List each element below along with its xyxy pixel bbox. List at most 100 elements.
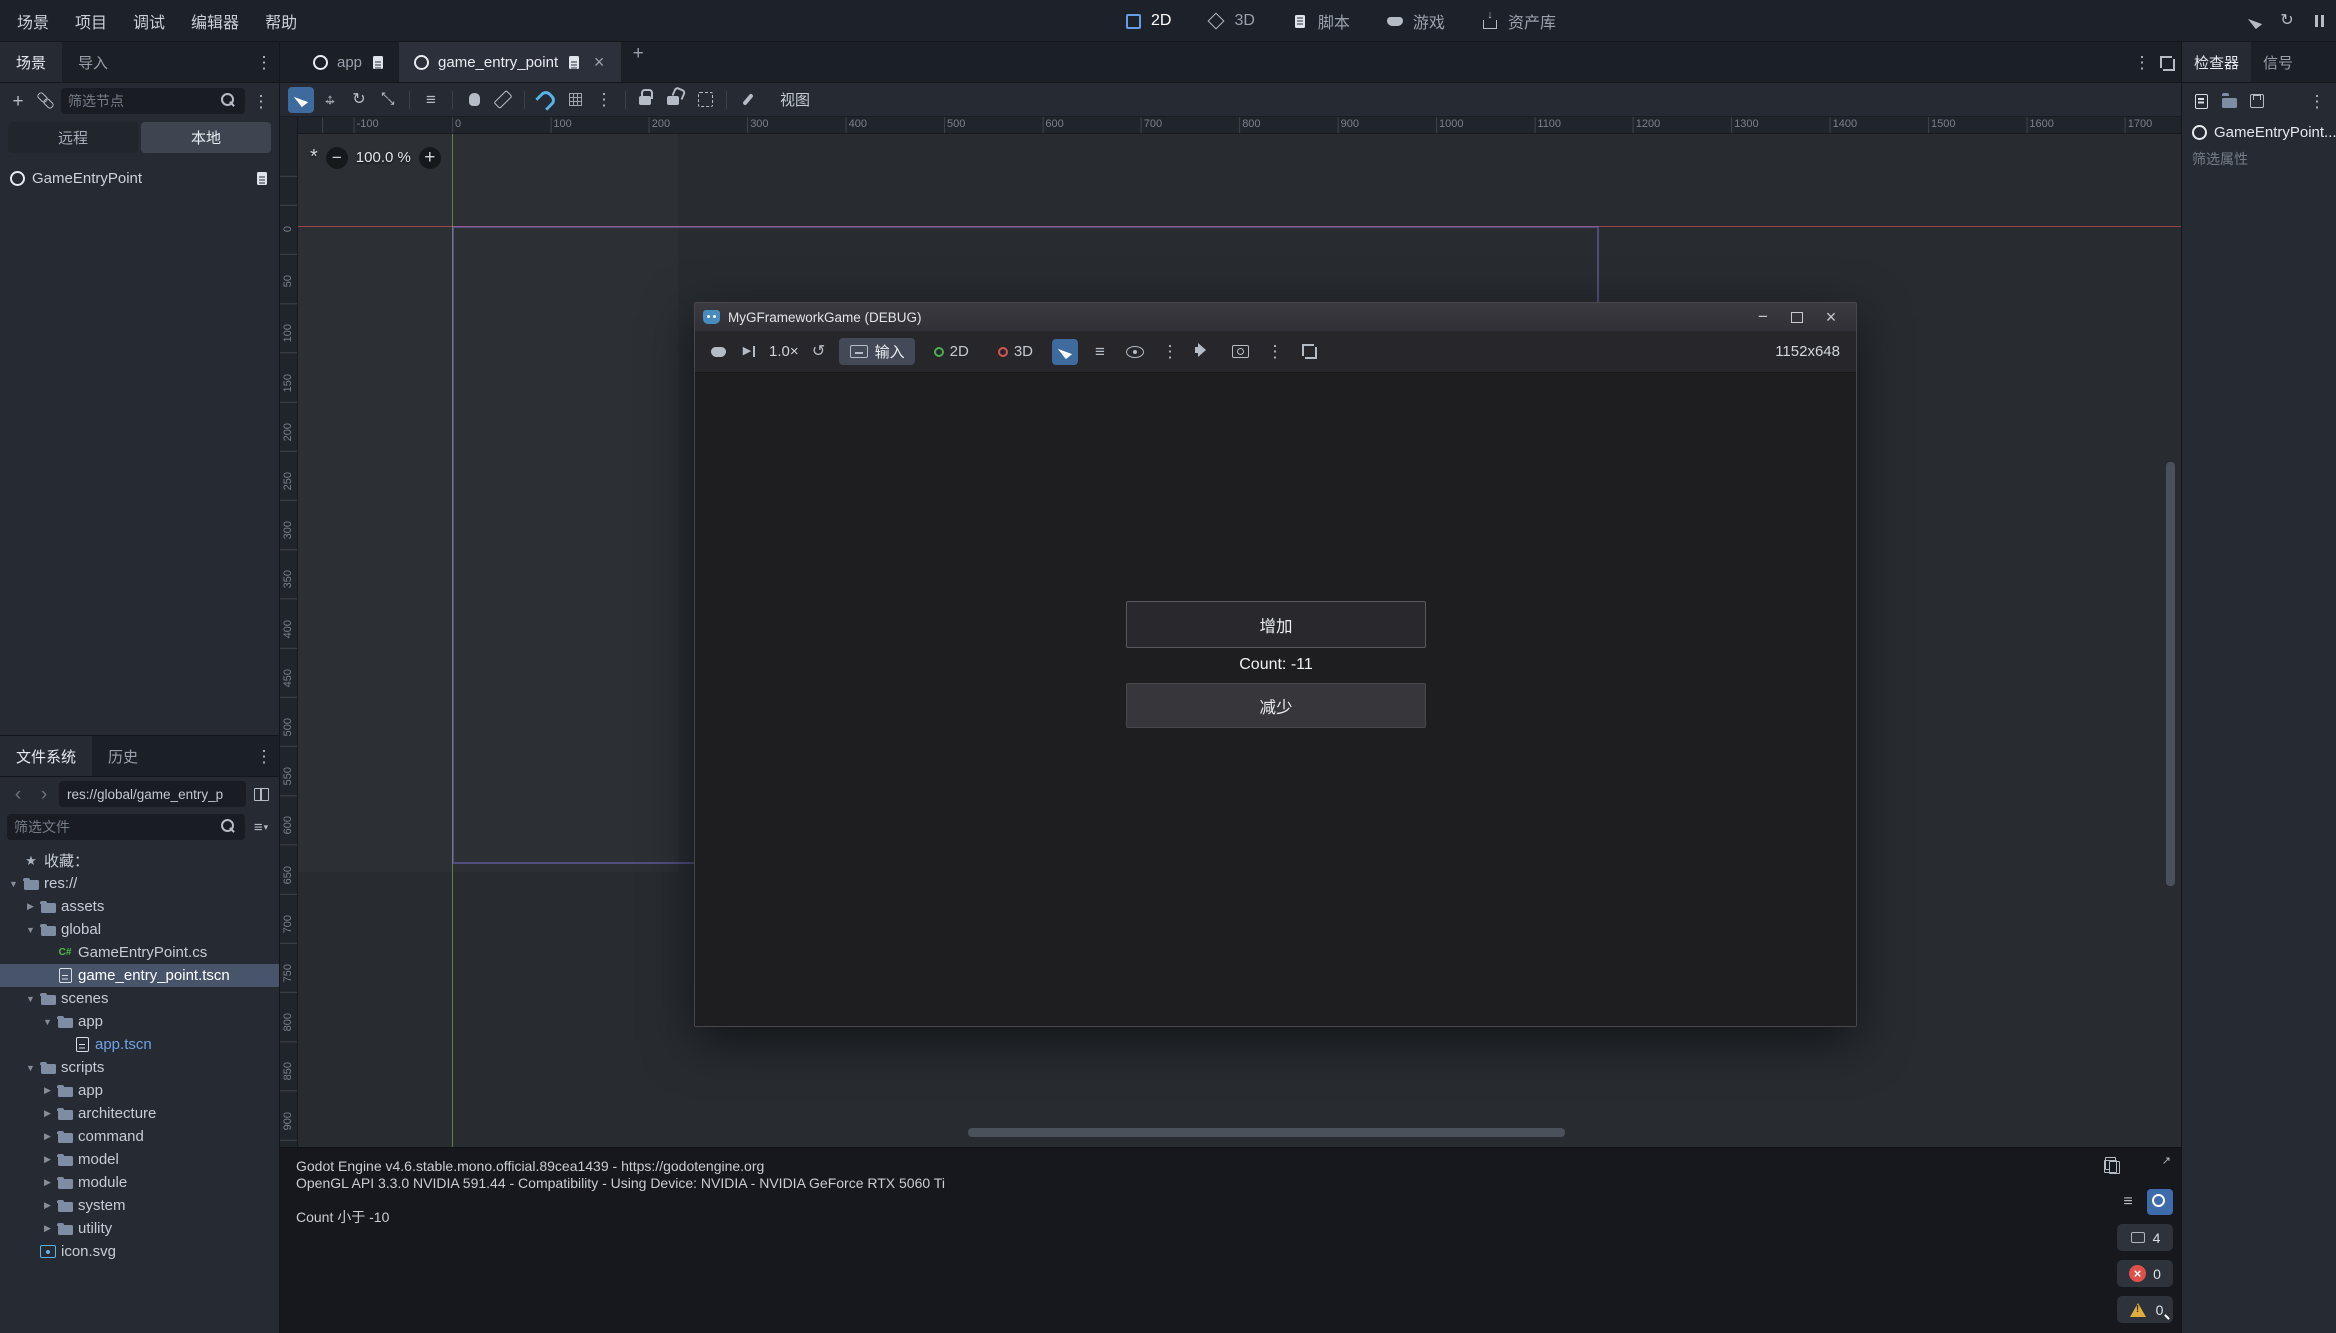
expand-icon[interactable]	[40, 1200, 55, 1211]
scene-script-icon[interactable]	[566, 54, 582, 70]
expand-icon[interactable]	[23, 901, 38, 912]
errors-badge[interactable]: 0	[2117, 1260, 2173, 1287]
history-forward-icon[interactable]	[33, 783, 55, 805]
focus-view-icon[interactable]: *	[310, 146, 318, 169]
scene-tree-root-node[interactable]: GameEntryPoint	[0, 165, 279, 191]
vertical-scrollbar[interactable]	[2166, 462, 2175, 886]
remote-button[interactable]: 远程	[8, 122, 138, 153]
pause-game-icon[interactable]	[2308, 10, 2330, 32]
scene-script-icon[interactable]	[370, 54, 386, 70]
rotate-tool[interactable]	[346, 87, 372, 113]
camera-options-menu[interactable]	[1262, 339, 1288, 365]
add-node-icon[interactable]	[7, 90, 29, 112]
file-tree-item[interactable]: assets	[0, 895, 279, 918]
game-window-titlebar[interactable]: MyGFrameworkGame (DEBUG)	[695, 303, 1856, 331]
tab-import[interactable]: 导入	[62, 42, 124, 82]
increase-button[interactable]: 增加	[1126, 601, 1426, 648]
zoom-in-button[interactable]	[419, 147, 441, 169]
tab-inspector[interactable]: 检查器	[2182, 42, 2251, 82]
minimize-button[interactable]	[1746, 304, 1780, 330]
maximize-button[interactable]	[1780, 304, 1814, 330]
input-toggle[interactable]: 输入	[839, 338, 915, 365]
file-tree-item[interactable]: scenes	[0, 987, 279, 1010]
open-external-icon[interactable]	[2147, 1154, 2173, 1180]
menu-help[interactable]: 帮助	[252, 0, 310, 41]
filter-files-input[interactable]	[14, 819, 220, 835]
tab-signals[interactable]: 信号	[2251, 42, 2305, 82]
group-object-button[interactable]	[692, 87, 718, 113]
file-tree-item[interactable]: app.tscn	[0, 1033, 279, 1056]
filter-properties-label[interactable]: 筛选属性	[2182, 145, 2336, 173]
workspace-2d[interactable]: 2D	[1105, 0, 1188, 42]
expand-icon[interactable]	[40, 1223, 55, 1234]
expand-icon[interactable]	[40, 1154, 55, 1165]
pan-tool[interactable]	[461, 87, 487, 113]
file-tree-item[interactable]: app	[0, 1010, 279, 1033]
filter-nodes-input[interactable]	[68, 93, 220, 109]
workspace-game[interactable]: 游戏	[1367, 0, 1462, 42]
tab-filesystem[interactable]: 文件系统	[0, 736, 92, 776]
tab-history[interactable]: 历史	[92, 736, 154, 776]
canvas-viewport[interactable]: 0501001502002503003504004505005506006507…	[280, 134, 2181, 1147]
collapse-icon[interactable]	[23, 994, 38, 1004]
grid-snap-toggle[interactable]	[562, 87, 588, 113]
visibility-tool[interactable]	[1122, 339, 1148, 365]
file-tree-item[interactable]: scripts	[0, 1056, 279, 1079]
file-tree-item[interactable]: architecture	[0, 1102, 279, 1125]
scene-tab-game-entry-point[interactable]: game_entry_point	[399, 42, 621, 82]
snap-options-menu[interactable]	[591, 87, 617, 113]
file-tree-item[interactable]: GameEntryPoint.cs	[0, 941, 279, 964]
file-tree-item[interactable]: 收藏：	[0, 849, 279, 872]
inspected-node-row[interactable]: GameEntryPoint...	[2182, 119, 2336, 145]
collapse-icon[interactable]	[6, 879, 21, 889]
list-select-tool[interactable]	[418, 87, 444, 113]
filter-files-box[interactable]	[7, 814, 245, 840]
local-button[interactable]: 本地	[141, 122, 271, 153]
expand-icon[interactable]	[40, 1131, 55, 1142]
restart-game-icon[interactable]	[2276, 10, 2298, 32]
file-tree-item[interactable]: res://	[0, 872, 279, 895]
instance-scene-icon[interactable]	[34, 90, 56, 112]
scale-tool[interactable]	[375, 87, 401, 113]
ruler-tool[interactable]	[490, 87, 516, 113]
view-menu[interactable]: 视图	[772, 87, 818, 112]
file-tree-item[interactable]: module	[0, 1171, 279, 1194]
history-back-icon[interactable]	[7, 783, 29, 805]
pick-options-menu[interactable]	[1157, 339, 1183, 365]
file-tree-item[interactable]: command	[0, 1125, 279, 1148]
mute-audio-button[interactable]	[1192, 339, 1218, 365]
menu-debug[interactable]: 调试	[120, 0, 178, 41]
debug-session-icon[interactable]	[707, 341, 729, 363]
new-scene-tab-icon[interactable]	[627, 42, 649, 64]
new-resource-icon[interactable]	[2190, 90, 2212, 112]
menu-editor[interactable]: 编辑器	[178, 0, 252, 41]
smart-snap-toggle[interactable]	[533, 87, 559, 113]
file-tree-item[interactable]: utility	[0, 1217, 279, 1240]
workspace-script[interactable]: 脚本	[1272, 0, 1367, 42]
skeleton-options-menu[interactable]	[735, 87, 761, 113]
file-tree-item[interactable]: icon.svg	[0, 1240, 279, 1263]
split-view-icon[interactable]	[250, 783, 272, 805]
select-tool[interactable]	[288, 87, 314, 113]
pick-node-icon[interactable]	[2244, 10, 2266, 32]
pick-input-tool[interactable]	[1052, 339, 1078, 365]
scene-tree-menu-icon[interactable]	[250, 90, 272, 112]
filter-nodes-box[interactable]	[61, 88, 245, 114]
file-tree-item[interactable]: system	[0, 1194, 279, 1217]
scene-tab-list-icon[interactable]	[2131, 51, 2153, 73]
sort-files-icon[interactable]	[250, 816, 272, 838]
file-tree-item[interactable]: app	[0, 1079, 279, 1102]
filesystem-menu-icon[interactable]	[253, 745, 275, 767]
menu-project[interactable]: 项目	[62, 0, 120, 41]
close-window-button[interactable]	[1814, 304, 1848, 330]
expand-icon[interactable]	[40, 1108, 55, 1119]
scene-tab-app[interactable]: app	[298, 42, 399, 82]
load-resource-icon[interactable]	[2220, 90, 2238, 112]
close-tab-icon[interactable]	[590, 53, 608, 71]
file-tree-item[interactable]: game_entry_point.tscn	[0, 964, 279, 987]
mode-2d-button[interactable]: 2D	[924, 340, 979, 363]
decrease-button[interactable]: 减少	[1126, 683, 1426, 728]
save-resource-icon[interactable]	[2246, 90, 2268, 112]
expand-icon[interactable]	[40, 1085, 55, 1096]
copy-output-icon[interactable]	[2115, 1154, 2141, 1180]
